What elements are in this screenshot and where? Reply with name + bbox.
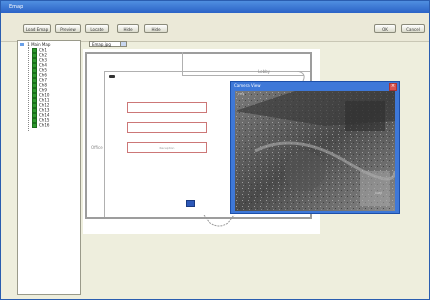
ok-button[interactable]: OK bbox=[374, 24, 396, 33]
cancel-button[interactable]: Cancel bbox=[401, 24, 425, 33]
camera-icon bbox=[32, 123, 37, 128]
hide-button[interactable]: Hide bbox=[117, 24, 139, 33]
room-label-2: Lobby bbox=[258, 69, 271, 74]
camera-marker[interactable] bbox=[109, 75, 115, 78]
plan-desk-3: Reception bbox=[127, 142, 207, 153]
tree-item[interactable]: Ch14 bbox=[32, 113, 49, 118]
tree-item[interactable]: Ch3 bbox=[32, 58, 47, 63]
tree-connector bbox=[28, 47, 29, 131]
doorway bbox=[203, 215, 235, 227]
chevron-down-icon[interactable] bbox=[120, 42, 126, 46]
locate-button[interactable]: Locate bbox=[85, 24, 109, 33]
close-icon[interactable]: × bbox=[389, 83, 397, 91]
tree-item[interactable]: Ch13 bbox=[32, 108, 49, 113]
tree-item[interactable]: Ch5 bbox=[32, 68, 47, 73]
door-swing bbox=[297, 71, 305, 81]
plan-desk-2 bbox=[127, 122, 207, 133]
tree-root[interactable]: 1 Main Map bbox=[20, 42, 50, 47]
camera-marker-selected[interactable] bbox=[186, 200, 195, 207]
camera-osd: CH1 bbox=[238, 92, 245, 96]
room-label: Office bbox=[91, 145, 103, 150]
floor-plan-room bbox=[182, 52, 304, 76]
tree-item[interactable]: Ch12 bbox=[32, 103, 49, 108]
tree-item[interactable]: Ch16 bbox=[32, 123, 49, 128]
tree-item[interactable]: Ch4 bbox=[32, 63, 47, 68]
tree-item[interactable]: Ch15 bbox=[32, 118, 49, 123]
plan-desk-1 bbox=[127, 102, 207, 113]
tree-item[interactable]: Ch1 bbox=[32, 48, 47, 53]
tree-item[interactable]: Ch7 bbox=[32, 78, 47, 83]
tree-item[interactable]: Ch8 bbox=[32, 83, 47, 88]
camera-video-feed: CH1 CAM bbox=[235, 91, 395, 211]
title-bar: Emap bbox=[1, 1, 429, 13]
tree-item[interactable]: Ch9 bbox=[32, 88, 47, 93]
tree-root-label: 1 Main Map bbox=[27, 42, 51, 47]
hide-button-2[interactable]: Hide bbox=[144, 24, 168, 33]
map-icon bbox=[20, 43, 24, 46]
camera-osd-2: CAM bbox=[375, 191, 382, 195]
map-select[interactable]: Emap.jpg bbox=[89, 41, 127, 47]
video-frame bbox=[235, 91, 395, 211]
window-title: Emap bbox=[9, 4, 24, 10]
toolbar: Load Emap Preview Locate Hide Hide OK Ca… bbox=[1, 13, 429, 42]
tree-item[interactable]: Ch11 bbox=[32, 98, 49, 103]
camera-popup-title: Camera View bbox=[234, 83, 261, 88]
tree-item[interactable]: Ch2 bbox=[32, 53, 47, 58]
tree-item[interactable]: Ch6 bbox=[32, 73, 47, 78]
load-emap-button[interactable]: Load Emap bbox=[23, 24, 51, 33]
channel-tree[interactable]: 1 Main Map Ch1 Ch2 Ch3 Ch4 Ch5 Ch6 Ch7 C… bbox=[17, 40, 81, 295]
tree-item[interactable]: Ch10 bbox=[32, 93, 49, 98]
camera-popup[interactable]: Camera View × CH1 CAM bbox=[230, 81, 400, 214]
emap-window: Emap Load Emap Preview Locate Hide Hide … bbox=[0, 0, 430, 300]
map-select-value: Emap.jpg bbox=[92, 42, 111, 47]
preview-button[interactable]: Preview bbox=[55, 24, 81, 33]
